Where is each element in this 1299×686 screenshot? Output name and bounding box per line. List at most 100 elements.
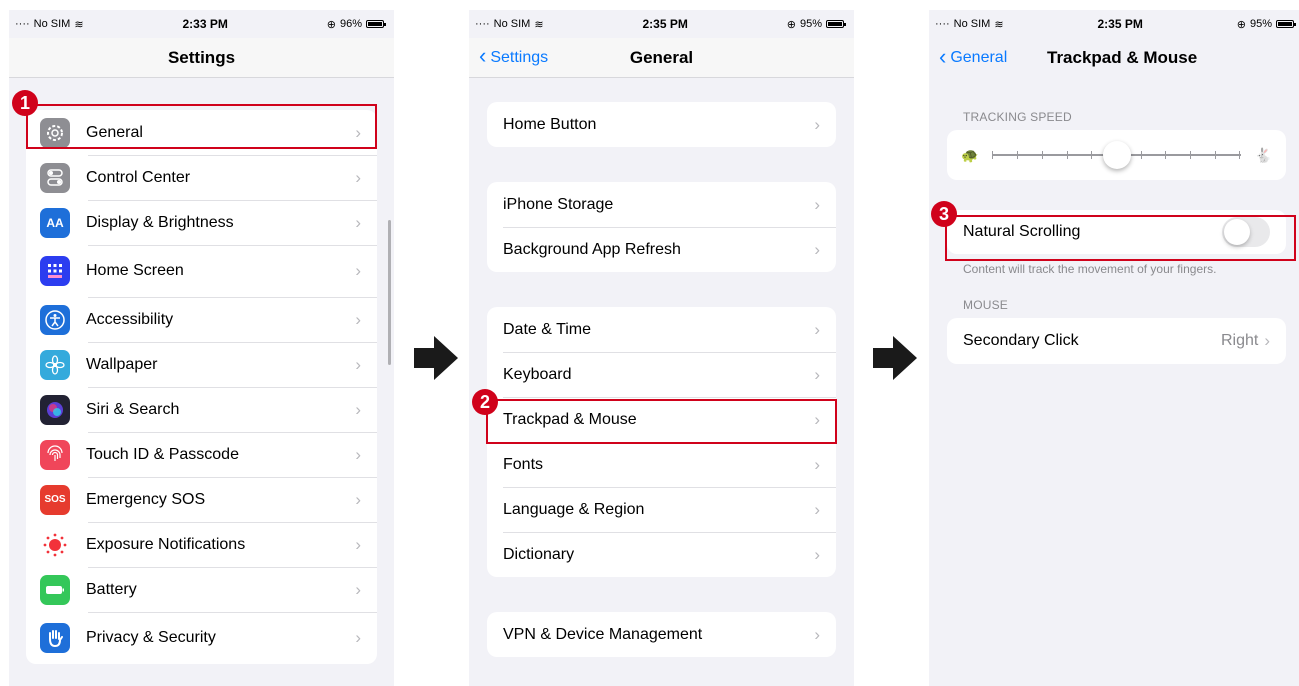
settings-item-battery[interactable]: Battery › [26, 567, 377, 612]
hand-icon [40, 623, 70, 653]
status-bar: ···· No SIM ≋ 2:35 PM ⊕ 95% [469, 10, 854, 38]
settings-item-label: Siri & Search [86, 400, 180, 418]
battery-icon [40, 574, 70, 605]
tracking-speed-group: 🐢 🐇 [947, 130, 1286, 180]
back-button[interactable]: ‹ General [939, 43, 1007, 69]
settings-item-privacy[interactable]: Privacy & Security › [26, 612, 377, 664]
settings-item-label: Emergency SOS [86, 490, 206, 508]
settings-item-label: Wallpaper [86, 355, 158, 373]
accessibility-icon [40, 304, 70, 335]
settings-item-wallpaper[interactable]: Wallpaper › [26, 342, 377, 387]
settings-item-accessibility[interactable]: Accessibility › [26, 297, 377, 342]
fingerprint-icon [40, 439, 70, 470]
general-item-date-time[interactable]: Date & Time › [487, 307, 836, 352]
chevron-right-icon: › [355, 399, 361, 419]
general-item-background-refresh[interactable]: Background App Refresh › [487, 227, 836, 272]
status-time: 2:33 PM [182, 17, 228, 31]
settings-item-label: Accessibility [86, 310, 174, 328]
general-group-4: VPN & Device Management › [487, 612, 836, 657]
status-bar: ···· No SIM ≋ 2:35 PM ⊕ 95% [929, 10, 1299, 38]
chevron-right-icon: › [814, 114, 820, 134]
settings-item-touch-id[interactable]: Touch ID & Passcode › [26, 432, 377, 477]
page-title: Settings [167, 47, 236, 67]
chevron-right-icon: › [355, 354, 361, 374]
carrier: No SIM [953, 18, 991, 30]
arrow-right-icon [873, 336, 917, 380]
natural-scrolling-footer: Content will track the movement of your … [963, 262, 1217, 276]
chevron-right-icon: › [355, 212, 361, 232]
settings-item-control-center[interactable]: Control Center › [26, 155, 377, 200]
turtle-icon: 🐢 [961, 146, 979, 163]
nav-bar: ‹ Settings General [469, 38, 854, 78]
settings-list: General › Control Center › AA Display & … [26, 110, 377, 664]
rabbit-icon: 🐇 [1254, 146, 1272, 163]
settings-item-home-screen[interactable]: Home Screen › [26, 245, 377, 297]
chevron-left-icon: ‹ [479, 43, 487, 68]
tracking-speed-slider[interactable] [992, 140, 1241, 170]
chevron-right-icon: › [355, 444, 361, 464]
general-group-1: Home Button › [487, 102, 836, 147]
highlight-trackpad-mouse [486, 399, 837, 444]
flower-icon [40, 349, 70, 380]
status-time: 2:35 PM [642, 17, 688, 31]
chevron-right-icon: › [814, 319, 820, 339]
battery-percent: 95% [1249, 18, 1272, 30]
battery-icon [825, 20, 846, 28]
settings-item-label: Privacy & Security [86, 629, 216, 646]
orientation-lock-icon: ⊕ [1236, 18, 1246, 31]
wifi-icon: ≋ [74, 18, 84, 31]
general-item-iphone-storage[interactable]: iPhone Storage › [487, 182, 836, 227]
secondary-click-row[interactable]: Secondary Click Right › [947, 318, 1286, 364]
settings-item-exposure[interactable]: Exposure Notifications › [26, 522, 377, 567]
settings-item-label: Home Screen [86, 262, 184, 279]
chevron-right-icon: › [1264, 331, 1270, 350]
settings-item-siri-search[interactable]: Siri & Search › [26, 387, 377, 432]
battery-icon [1275, 20, 1296, 28]
wifi-icon: ≋ [994, 18, 1004, 31]
grid-icon [40, 256, 70, 286]
back-button[interactable]: ‹ Settings [479, 43, 548, 68]
general-item-vpn[interactable]: VPN & Device Management › [487, 612, 836, 657]
general-item-dictionary[interactable]: Dictionary › [487, 532, 836, 577]
chevron-right-icon: › [814, 499, 820, 519]
settings-item-label: Battery [86, 580, 137, 598]
page-title: General [629, 47, 694, 67]
page-title: Trackpad & Mouse [1047, 48, 1198, 67]
general-group-2: iPhone Storage › Background App Refresh › [487, 182, 836, 272]
general-item-fonts[interactable]: Fonts › [487, 442, 836, 487]
general-item-language-region[interactable]: Language & Region › [487, 487, 836, 532]
nav-bar: Settings [9, 38, 394, 78]
chevron-right-icon: › [814, 544, 820, 564]
signal-dots: ···· [475, 18, 490, 30]
chevron-right-icon: › [814, 239, 820, 259]
signal-dots: ···· [15, 18, 30, 30]
status-time: 2:35 PM [1097, 17, 1143, 31]
chevron-left-icon: ‹ [939, 43, 947, 69]
wifi-icon: ≋ [534, 18, 544, 31]
secondary-click-value: Right [1220, 332, 1259, 349]
battery-icon [365, 20, 386, 28]
settings-item-emergency-sos[interactable]: SOS Emergency SOS › [26, 477, 377, 522]
settings-item-label: Display & Brightness [86, 213, 234, 231]
signal-dots: ···· [935, 18, 950, 30]
chevron-right-icon: › [814, 194, 820, 214]
slider-knob[interactable] [1102, 141, 1131, 169]
text-size-icon: AA [40, 207, 70, 238]
highlight-natural-scrolling [945, 215, 1296, 261]
carrier: No SIM [33, 18, 71, 30]
chevron-right-icon: › [814, 454, 820, 474]
sos-icon: SOS [40, 484, 70, 515]
general-item-keyboard[interactable]: Keyboard › [487, 352, 836, 397]
mouse-header: MOUSE [963, 298, 1009, 312]
settings-item-display-brightness[interactable]: AA Display & Brightness › [26, 200, 377, 245]
scrollbar[interactable] [388, 220, 391, 365]
siri-icon [40, 394, 70, 425]
chevron-right-icon: › [355, 309, 361, 329]
general-item-home-button[interactable]: Home Button › [487, 102, 836, 147]
exposure-icon [40, 529, 70, 560]
settings-item-label: Touch ID & Passcode [86, 445, 239, 463]
carrier: No SIM [493, 18, 531, 30]
chevron-right-icon: › [355, 534, 361, 554]
chevron-right-icon: › [814, 364, 820, 384]
chevron-right-icon: › [814, 624, 820, 644]
